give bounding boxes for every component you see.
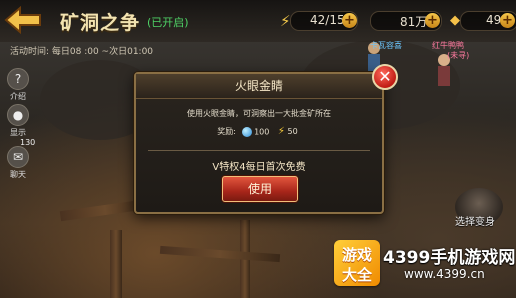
- lightning-icon: ⚡: [280, 12, 291, 30]
- sidebar-item-intro[interactable]: ? 介绍: [6, 68, 30, 102]
- add-diamond-button[interactable]: +: [500, 13, 515, 28]
- sidebar-item-chat[interactable]: ✉ 聊天: [6, 146, 30, 180]
- watermark-logo: 游戏 大全: [334, 240, 380, 286]
- dialog-title: 火眼金睛: [136, 74, 382, 99]
- chat-icon: ✉: [7, 146, 29, 168]
- top-bar: 矿洞之争 (已开启) ⚡ 42/150 + 81万 + ◆ 49 +: [0, 0, 516, 42]
- energy-counter: ⚡ 42/150 +: [280, 11, 360, 31]
- reward-row: 奖励: 100 ⚡ 50: [136, 126, 382, 137]
- add-energy-button[interactable]: +: [342, 13, 357, 28]
- person-icon: ●: [7, 104, 29, 126]
- wooden-beam: [159, 245, 281, 263]
- reward-crystal: 100: [241, 126, 269, 137]
- watermark-text: 4399手机游戏网: [383, 248, 516, 268]
- back-arrow-icon[interactable]: [4, 5, 44, 35]
- watermark-url: www.4399.cn: [404, 267, 485, 281]
- vip-note: V特权4每日首次免费: [212, 162, 306, 173]
- help-icon: ?: [7, 68, 29, 90]
- wooden-post: [110, 230, 122, 298]
- reward-label: 奖励:: [217, 127, 236, 136]
- close-icon[interactable]: ✕: [372, 64, 398, 90]
- dialog-description: 使用火眼金睛，可洞察出一大批金矿所在: [187, 109, 331, 118]
- diamond-counter: ◆ 49 +: [442, 11, 516, 31]
- page-title: 矿洞之争: [60, 12, 141, 34]
- add-gold-button[interactable]: +: [425, 13, 440, 28]
- modal-dialog: 火眼金睛 ✕ 使用火眼金睛，可洞察出一大批金矿所在 奖励: 100 ⚡ 50 V…: [134, 64, 398, 214]
- divider: [148, 150, 370, 151]
- player-name-label: 卡瓦容喜: [370, 41, 402, 50]
- transform-label: 选择变身: [455, 217, 495, 228]
- reward-energy: ⚡ 50: [277, 126, 298, 137]
- gold-ingot-icon: ◆: [450, 13, 460, 28]
- lightning-icon: ⚡: [277, 126, 285, 137]
- activity-time: 活动时间: 每日08 :00 ~次日01:00: [10, 47, 154, 57]
- status-badge: (已开启): [147, 16, 189, 29]
- use-button[interactable]: 使用: [222, 176, 298, 202]
- sidebar-item-display[interactable]: ● 显示: [6, 104, 30, 138]
- crystal-icon: [241, 126, 252, 137]
- player-tag-label: (未寻): [447, 51, 470, 60]
- gold-counter: 81万 +: [360, 11, 442, 31]
